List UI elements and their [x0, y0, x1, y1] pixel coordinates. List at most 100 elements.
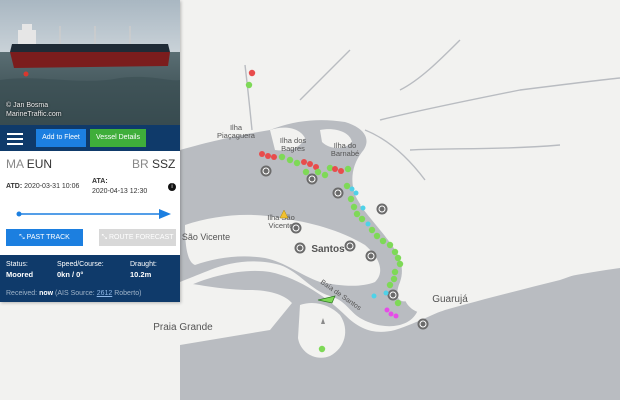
tanker-vessel-marker: [265, 153, 271, 159]
label-ilha-bagres: Ilha dos Bagres: [280, 136, 307, 153]
tanker-vessel-marker: [259, 151, 265, 157]
label-sao-vicente: São Vicente: [182, 232, 230, 242]
cargo-vessel-marker: [394, 299, 402, 307]
info-icon[interactable]: i: [168, 183, 176, 191]
tug-vessel-marker: [353, 190, 359, 196]
route-forecast-button[interactable]: ⤡ ROUTE FORECAST: [99, 229, 176, 246]
speed-label: Speed/Course:: [57, 261, 104, 268]
label-guaruja: Guarujá: [432, 294, 468, 305]
cargo-vessel-marker: [278, 153, 286, 161]
cargo-vessel-marker: [302, 168, 310, 176]
status-label: Status:: [6, 261, 28, 268]
add-to-fleet-button[interactable]: Add to Fleet: [36, 129, 86, 147]
photo-credit-text: © Jan Bosma MarineTraffic.com: [6, 102, 62, 118]
voyage-route-section: MA EUN BR SSZ ATD: 2020-03-31 10:06 ATA:…: [0, 151, 180, 255]
cargo-vessel-marker: [343, 182, 351, 190]
tug-vessel-marker: [371, 293, 377, 299]
cargo-vessel-marker: [368, 226, 376, 234]
voyage-progress-bar: [16, 209, 171, 219]
tug-vessel-marker: [360, 205, 366, 211]
past-track-icon: ⤡: [19, 234, 27, 241]
ais-prefix: (AIS Source:: [55, 290, 95, 297]
cargo-vessel-marker: [353, 210, 361, 218]
port-icon[interactable]: [417, 318, 429, 330]
port-icon[interactable]: [260, 165, 272, 177]
cargo-vessel-marker: [386, 241, 394, 249]
received-label: Received:: [6, 290, 38, 297]
speed-value: 0kn / 0°: [57, 270, 84, 279]
arrival-country: BR: [132, 157, 149, 171]
ais-suffix: Roberto): [114, 290, 142, 297]
label-praia-grande: Praia Grande: [153, 322, 213, 333]
tanker-vessel-marker: [271, 154, 277, 160]
vessel-details-button[interactable]: Vessel Details: [90, 129, 146, 147]
tanker-vessel-marker: [332, 166, 338, 172]
departure-country: MA: [6, 157, 24, 171]
status-value: Moored: [6, 270, 34, 279]
port-icon[interactable]: [306, 173, 318, 185]
atd-value: 2020-03-31 10:06: [24, 183, 80, 190]
origin-dot-icon: [16, 211, 22, 217]
arrow-right-icon: [159, 209, 171, 219]
tug-vessel-marker: [365, 221, 371, 227]
tug-vessel-marker: [383, 290, 389, 296]
cargo-vessel-marker: [245, 81, 253, 89]
atd-label: ATD:: [6, 183, 23, 190]
cargo-vessel-marker: [293, 159, 301, 167]
tanker-vessel-marker: [307, 161, 313, 167]
ata-info: ATA: 2020-04-13 12:30: [92, 177, 147, 197]
departure-port-code: EUN: [26, 157, 53, 171]
received-info: Received: now (AIS Source: 2612 Roberto): [6, 290, 141, 297]
ais-source-link[interactable]: 2612: [97, 290, 113, 297]
port-icon[interactable]: [294, 242, 306, 254]
cargo-vessel-marker: [314, 168, 322, 176]
vessel-status-bar: Status: Moored Speed/Course: 0kn / 0° Dr…: [0, 255, 180, 302]
port-icon[interactable]: [344, 240, 356, 252]
port-icon[interactable]: [365, 250, 377, 262]
port-icon[interactable]: [332, 187, 344, 199]
cargo-vessel-marker: [318, 345, 326, 353]
cargo-vessel-marker: [379, 237, 387, 245]
cargo-vessel-marker: [396, 260, 404, 268]
speed-field: Speed/Course: 0kn / 0°: [57, 260, 104, 280]
vessel-info-panel: © Jan Bosma MarineTraffic.com Add to Fle…: [0, 0, 180, 302]
hamburger-icon[interactable]: [6, 130, 24, 146]
status-field: Status: Moored: [6, 260, 33, 280]
other-vessel-marker: [388, 311, 394, 317]
cargo-vessel-marker: [248, 69, 256, 77]
departure-port[interactable]: MA EUN: [6, 157, 52, 171]
port-icon[interactable]: [387, 289, 399, 301]
cargo-vessel-marker: [286, 156, 294, 164]
other-vessel-marker: [393, 313, 399, 319]
draught-label: Draught:: [130, 261, 157, 268]
port-icon[interactable]: [376, 203, 388, 215]
atd-info: ATD: 2020-03-31 10:06: [6, 182, 79, 192]
port-icon[interactable]: [290, 222, 302, 234]
received-value: now: [39, 290, 54, 297]
cargo-vessel-marker: [358, 215, 366, 223]
vessel-toolbar: Add to Fleet Vessel Details: [0, 125, 180, 151]
cargo-vessel-marker: [344, 165, 352, 173]
arrival-port[interactable]: BR SSZ: [132, 157, 175, 171]
cargo-vessel-marker: [347, 195, 355, 203]
tanker-vessel-marker: [338, 168, 344, 174]
photo-credit: © Jan Bosma MarineTraffic.com: [6, 101, 62, 119]
arrival-port-code: SSZ: [152, 157, 176, 171]
past-track-label: PAST TRACK: [26, 234, 70, 241]
tug-vessel-marker: [349, 186, 355, 192]
vessel-photo[interactable]: © Jan Bosma MarineTraffic.com: [0, 0, 180, 125]
route-forecast-label: ROUTE FORECAST: [108, 234, 174, 241]
draught-value: 10.2m: [130, 270, 152, 279]
label-santos: Santos: [311, 244, 345, 255]
ata-label: ATA:: [92, 178, 108, 185]
draught-field: Draught: 10.2m: [130, 260, 157, 280]
past-track-button[interactable]: ⤡ PAST TRACK: [6, 229, 83, 246]
cargo-vessel-marker: [373, 232, 381, 240]
cargo-vessel-marker: [391, 268, 399, 276]
cargo-vessel-marker: [386, 281, 394, 289]
cargo-vessel-marker: [350, 203, 358, 211]
ata-value: 2020-04-13 12:30: [92, 188, 148, 195]
other-vessel-marker: [384, 307, 390, 313]
tanker-vessel-marker: [301, 159, 307, 165]
cargo-vessel-marker: [391, 248, 399, 256]
